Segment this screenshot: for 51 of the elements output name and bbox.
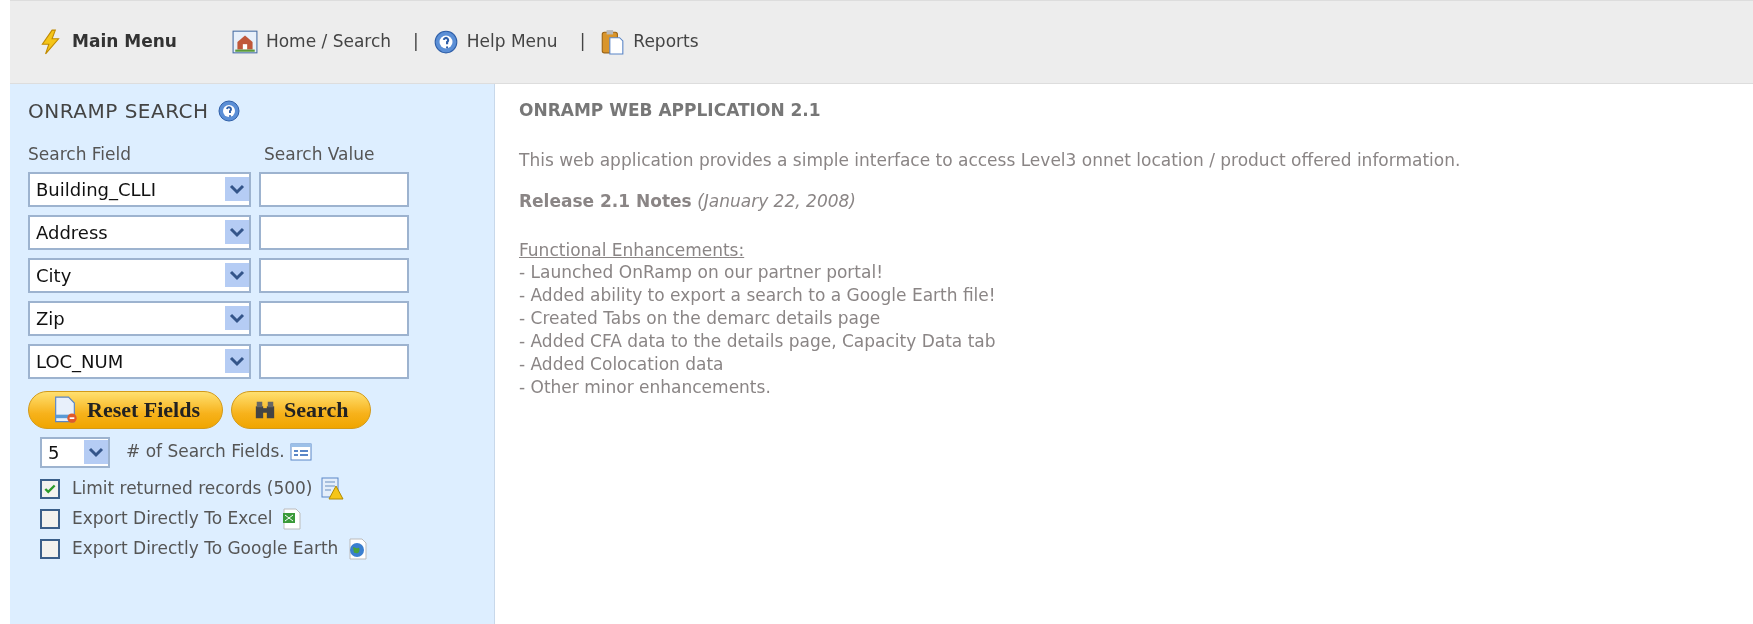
form-icon	[288, 440, 313, 464]
input-field[interactable]	[259, 257, 409, 293]
caret-icon	[84, 439, 108, 465]
main-menu-link[interactable]: Main Menu	[72, 29, 177, 55]
help-icon	[432, 29, 459, 55]
caret-icon	[225, 218, 249, 246]
list-item: - Launched OnRamp on our partner portal!	[519, 261, 884, 285]
caret-icon	[225, 304, 249, 332]
list-item: - Added ability to export a search to a Google Earth file!	[519, 284, 997, 308]
page-title: ONRAMP WEB APPLICATION 2.1	[519, 99, 822, 122]
list-item: - Added Colocation data	[519, 353, 725, 377]
input-field[interactable]	[259, 343, 409, 379]
nav-link[interactable]: Help Menu	[466, 29, 558, 55]
checkbox[interactable]	[40, 508, 60, 529]
list-item: - Other minor enhancements.	[519, 376, 772, 400]
section-heading: Functional Enhancements:	[519, 238, 746, 262]
list-item: - Created Tabs on the demarc details page	[519, 307, 882, 331]
caret-icon	[225, 261, 249, 289]
list-item: - Added CFA data to the details page, Capacity Data tab	[519, 330, 997, 354]
input-field[interactable]	[259, 171, 409, 207]
separator: |	[413, 30, 419, 54]
checkbox[interactable]	[40, 478, 60, 499]
option-label: Export Directly To Excel	[72, 506, 273, 530]
intro-text: This web application provides a simple interface to access Level3 onnet location / product offered information.	[519, 148, 1462, 172]
nav-link[interactable]: Home / Search	[265, 29, 392, 55]
input-field[interactable]	[259, 214, 409, 250]
dropdown[interactable]: 5	[40, 436, 110, 468]
reset-button[interactable]: Reset Fields	[28, 390, 224, 429]
help-icon	[216, 99, 241, 123]
option-label: Export Directly To Google Earth	[72, 536, 339, 560]
house-icon	[231, 29, 258, 55]
caret-icon	[225, 175, 249, 203]
checkbox[interactable]	[40, 538, 60, 559]
dropdown[interactable]: LOC_NUM	[28, 343, 251, 379]
column-header: Search Field	[28, 143, 133, 166]
separator: |	[579, 30, 586, 54]
dropdown[interactable]: Building_CLLI	[28, 171, 251, 207]
warning-icon	[320, 475, 345, 502]
count-label: # of Search Fields.	[126, 440, 285, 464]
option-label: Limit returned records (500)	[72, 476, 313, 500]
input-field[interactable]	[259, 300, 409, 336]
dropdown[interactable]: Address	[28, 214, 251, 250]
nav-link[interactable]: Reports	[633, 29, 699, 55]
column-header: Search Value	[264, 143, 375, 166]
dropdown[interactable]: City	[28, 257, 251, 293]
search-button[interactable]: Search	[231, 390, 372, 429]
caret-icon	[225, 347, 249, 375]
clipboard-icon	[599, 29, 626, 55]
panel-title: ONRAMP SEARCH	[28, 98, 209, 125]
dropdown[interactable]: Zip	[28, 300, 251, 336]
release-notes-title: Release 2.1 Notes (January 22, 2008)	[519, 190, 857, 213]
